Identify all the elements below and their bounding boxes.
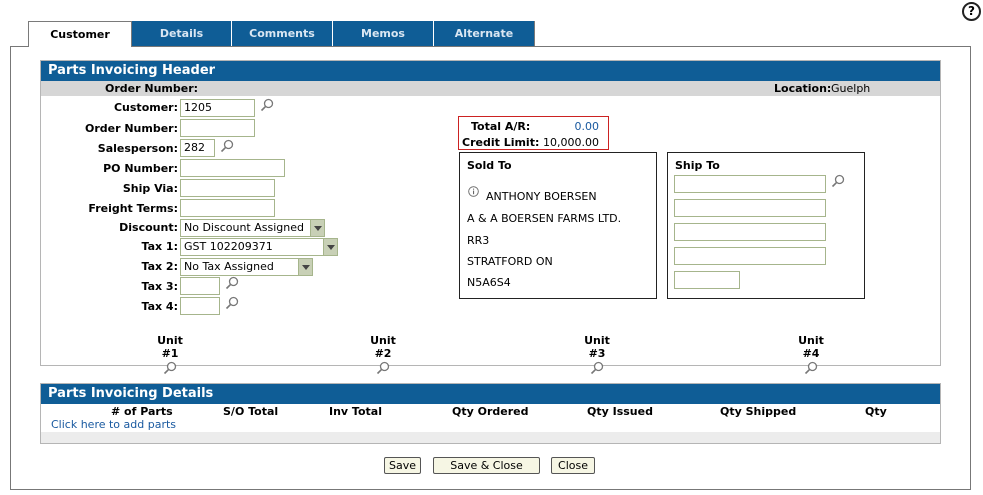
unit-4-lookup-icon[interactable] (804, 361, 818, 375)
tax2-label: Tax 2: (141, 260, 179, 273)
details-section: Parts Invoicing Details # of Parts S/O T… (40, 383, 941, 444)
tax2-select[interactable]: No Tax Assigned (180, 258, 313, 276)
tax3-label: Tax 3: (141, 280, 179, 293)
col-so-total: S/O Total (223, 405, 279, 418)
unit-3-lookup-icon[interactable] (590, 361, 604, 375)
sold-to-line-2: A & A BOERSEN FARMS LTD. (467, 212, 622, 225)
unit-2-label: Unit #2 (370, 334, 396, 360)
total-ar-value: 0.00 (574, 120, 600, 133)
tax2-selected: No Tax Assigned (184, 260, 274, 273)
help-icon[interactable]: ? (962, 2, 981, 21)
ship-to-line-2-input[interactable] (674, 199, 826, 217)
credit-limit-label: Credit Limit: (462, 136, 540, 149)
sold-to-line-3: RR3 (467, 234, 490, 247)
ship-to-lookup-icon[interactable] (831, 174, 845, 188)
tax4-input[interactable] (180, 297, 220, 315)
ship-to-line-4-input[interactable] (674, 247, 826, 265)
location-label: Location: (774, 82, 832, 95)
ship-via-input[interactable] (180, 179, 275, 197)
unit-1-lookup-icon[interactable] (163, 361, 177, 375)
ship-to-postal-input[interactable] (674, 271, 740, 289)
unit-2-lookup-icon[interactable] (376, 361, 390, 375)
col-qty-ordered: Qty Ordered (452, 405, 529, 418)
save-button[interactable]: Save (384, 457, 421, 474)
tax1-select[interactable]: GST 102209371 (180, 238, 338, 256)
ship-to-line-3-input[interactable] (674, 223, 826, 241)
order-info-bar: Order Number: Location: Guelph (41, 81, 940, 96)
details-add-row: Click here to add parts (41, 418, 940, 432)
customer-label: Customer: (113, 101, 178, 114)
account-summary: Total A/R: 0.00 Credit Limit: 10,000.00 (458, 116, 609, 150)
chevron-down-icon (323, 239, 337, 255)
po-number-input[interactable] (180, 159, 285, 177)
col-qty-shipped: Qty Shipped (720, 405, 797, 418)
tax4-label: Tax 4: (141, 300, 179, 313)
order-number-header-label: Order Number: (105, 82, 199, 95)
unit-3-label: Unit #3 (584, 334, 610, 360)
salesperson-label: Salesperson: (97, 142, 178, 155)
discount-select[interactable]: No Discount Assigned (180, 219, 325, 237)
customer-lookup-icon[interactable] (260, 98, 274, 112)
po-number-label: PO Number: (103, 162, 178, 175)
details-header-row: # of Parts S/O Total Inv Total Qty Order… (41, 404, 940, 431)
chevron-down-icon (298, 259, 312, 275)
sold-to-line-1: ANTHONY BOERSEN (486, 190, 597, 203)
ship-to-line-1-input[interactable] (674, 175, 826, 193)
tax1-label: Tax 1: (141, 240, 179, 253)
discount-selected: No Discount Assigned (184, 221, 304, 234)
tab-comments[interactable]: Comments (232, 21, 333, 46)
ship-to-box: Ship To (667, 152, 865, 299)
tax1-selected: GST 102209371 (184, 240, 273, 253)
salesperson-lookup-icon[interactable] (220, 139, 234, 153)
order-number-label: Order Number: (84, 122, 178, 135)
save-close-button[interactable]: Save & Close (433, 457, 540, 474)
unit-4: Unit #4 (789, 334, 833, 375)
customer-input[interactable]: 1205 (180, 99, 255, 117)
unit-3: Unit #3 (575, 334, 619, 375)
unit-1: Unit #1 (148, 334, 192, 375)
sold-to-line-4: STRATFORD ON (467, 255, 553, 268)
tab-customer[interactable]: Customer (28, 21, 132, 47)
freight-terms-label: Freight Terms: (88, 202, 178, 215)
unit-2: Unit #2 (361, 334, 405, 375)
unit-4-label: Unit #4 (798, 334, 824, 360)
col-qty-issued: Qty Issued (587, 405, 653, 418)
add-parts-link[interactable]: Click here to add parts (51, 418, 176, 431)
sold-to-title: Sold To (467, 159, 512, 172)
sold-to-box: Sold To ANTHONY BOERSEN A & A BOERSEN FA… (459, 152, 657, 299)
credit-limit-value: 10,000.00 (543, 136, 599, 149)
tab-alternate-charge[interactable]: Alternate Charge (434, 21, 535, 65)
col-inv-total: Inv Total (329, 405, 382, 418)
salesperson-input[interactable]: 282 (180, 139, 215, 157)
tax3-lookup-icon[interactable] (225, 276, 239, 290)
unit-1-label: Unit #1 (157, 334, 183, 360)
tab-memos[interactable]: Memos (333, 21, 434, 46)
tab-details[interactable]: Details (132, 21, 232, 46)
chevron-down-icon (310, 220, 324, 236)
ship-via-label: Ship Via: (122, 182, 178, 195)
col-num-parts: # of Parts (111, 405, 173, 418)
details-section-title: Parts Invoicing Details (41, 384, 940, 404)
order-number-input[interactable] (180, 119, 255, 137)
tax3-input[interactable] (180, 277, 220, 295)
close-button[interactable]: Close (551, 457, 595, 474)
location-value: Guelph (831, 82, 871, 95)
discount-label: Discount: (119, 221, 178, 234)
tax4-lookup-icon[interactable] (225, 296, 239, 310)
info-icon[interactable] (468, 186, 479, 197)
freight-terms-input[interactable] (180, 199, 275, 217)
total-ar-label: Total A/R: (471, 120, 531, 133)
sold-to-line-5: N5A6S4 (467, 276, 511, 289)
header-section-title: Parts Invoicing Header (41, 61, 940, 81)
ship-to-title: Ship To (675, 159, 720, 172)
